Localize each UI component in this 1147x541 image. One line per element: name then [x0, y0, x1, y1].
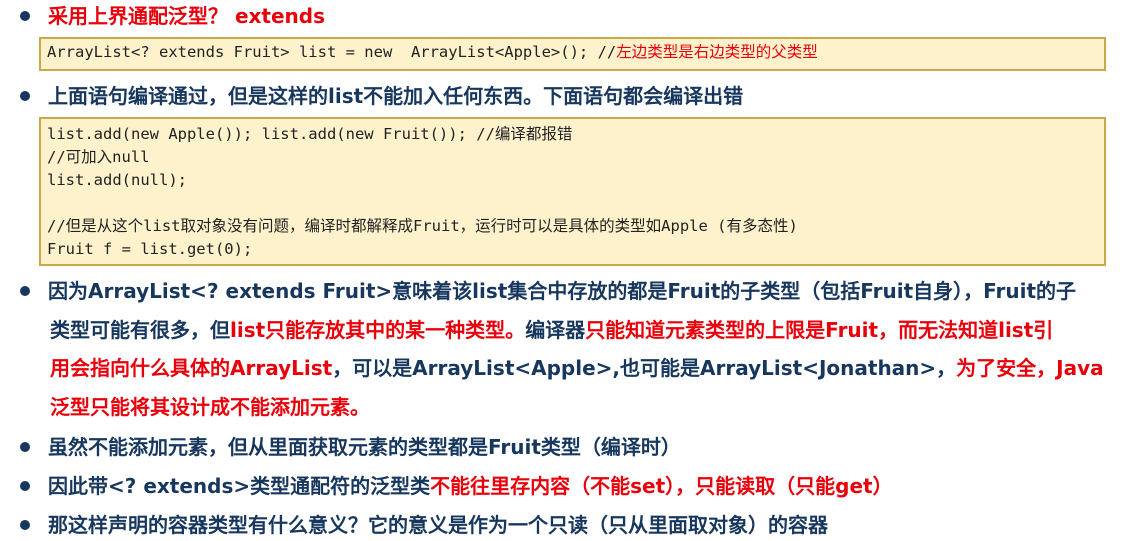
- code-line: //但是从这个list取对象没有问题，编译时都解释成Fruit，运行时可以是具体…: [47, 217, 798, 235]
- explanation-part8: 为了安全，Java: [956, 356, 1104, 380]
- code-block-declaration: ArrayList<? extends Fruit> list = new Ar…: [39, 37, 1106, 71]
- code-declaration: ArrayList<? extends Fruit> list = new Ar…: [47, 43, 617, 61]
- explanation-part6: 用会指向什么具体的ArrayList: [50, 356, 333, 380]
- bullet-read-type: 虽然不能添加元素，但从里面获取元素的类型都是Fruit类型（编译时）: [20, 435, 681, 459]
- code-line: //可加入null: [47, 148, 150, 166]
- bullet-explanation: 因为ArrayList<? extends Fruit>意味着该list集合中存…: [20, 272, 1140, 426]
- code-line: list.add(new Apple()); list.add(new Frui…: [47, 125, 573, 143]
- code-line: list.add(null);: [47, 171, 187, 189]
- bullet-dot: [20, 441, 30, 452]
- explanation-part2: 类型可能有很多，但: [50, 317, 230, 342]
- bullet-compile-note-text: 上面语句编译通过，但是这样的list不能加入任何东西。下面语句都会编译出错: [48, 84, 744, 108]
- bullet-dot: [20, 519, 30, 530]
- bullet-upper-bound-keyword: extends: [228, 4, 326, 28]
- bullet-meaning-text: 那这样声明的容器类型有什么意义？它的意义是作为一个只读（只从里面取对象）的容器: [48, 513, 828, 537]
- bullet-meaning: 那这样声明的容器类型有什么意义？它的意义是作为一个只读（只从里面取对象）的容器: [20, 513, 828, 537]
- bullet-readonly-rule-part2: 不能往里存内容（不能set），只能读取（只能get）: [430, 474, 893, 498]
- code-block-examples: list.add(new Apple()); list.add(new Frui…: [39, 117, 1106, 266]
- bullet-compile-note: 上面语句编译通过，但是这样的list不能加入任何东西。下面语句都会编译出错: [20, 84, 743, 108]
- explanation-part9: 泛型只能将其设计成不能添加元素。: [50, 394, 370, 419]
- explanation-part4: 编译器: [525, 317, 586, 342]
- bullet-readonly-rule-part1: 因此带<? extends>类型通配符的泛型类: [48, 474, 431, 498]
- bullet-dot: [20, 10, 30, 21]
- bullet-dot: [20, 480, 30, 491]
- explanation-part5: 只能知道元素类型的上限是Fruit，而无法知道list引: [585, 317, 1054, 342]
- explanation-part3: list只能存放其中的某一种类型。: [230, 317, 526, 342]
- explanation-part7: ，可以是ArrayList<Apple>,也可能是ArrayList<Jonat…: [332, 356, 957, 380]
- bullet-dot: [20, 90, 30, 101]
- bullet-read-type-text: 虽然不能添加元素，但从里面获取元素的类型都是Fruit类型（编译时）: [48, 435, 681, 459]
- code-line: Fruit f = list.get(0);: [47, 240, 253, 258]
- explanation-part1: 因为ArrayList<? extends Fruit>意味着该list集合中存…: [48, 279, 1077, 303]
- bullet-upper-bound-text: 采用上界通配泛型？: [48, 4, 228, 28]
- code-declaration-comment: 左边类型是右边类型的父类型: [616, 43, 818, 61]
- bullet-dot: [20, 285, 30, 296]
- bullet-upper-bound: 采用上界通配泛型？ extends: [20, 4, 325, 28]
- bullet-readonly-rule: 因此带<? extends>类型通配符的泛型类不能往里存内容（不能set），只能…: [20, 474, 893, 498]
